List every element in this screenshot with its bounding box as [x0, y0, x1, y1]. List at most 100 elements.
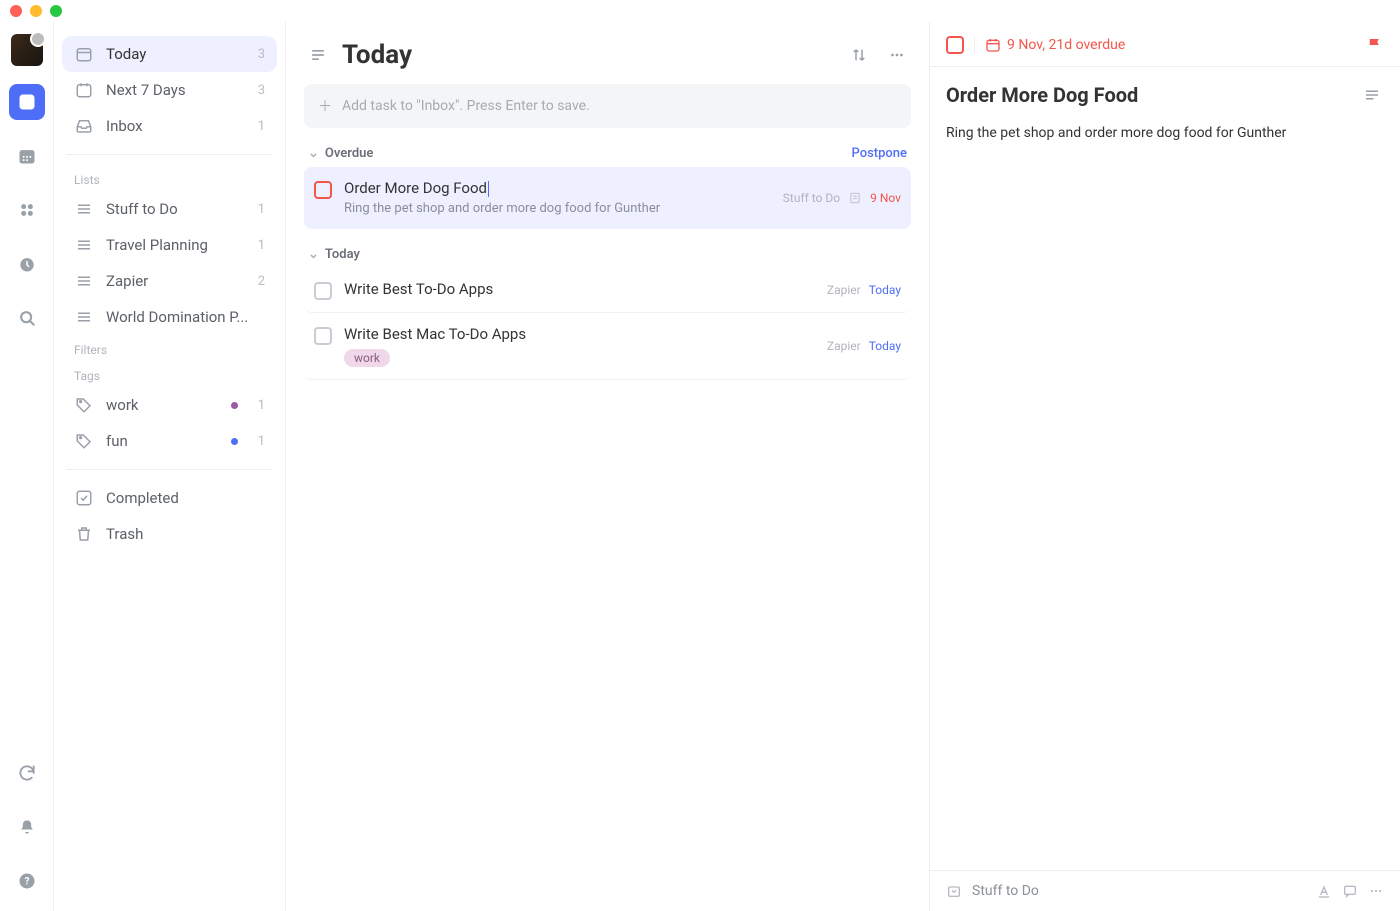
- view-options-icon[interactable]: [304, 41, 332, 69]
- today-icon: [74, 45, 94, 63]
- sidebar-list-item[interactable]: Stuff to Do 1: [62, 191, 277, 227]
- sidebar-item-label: Trash: [106, 525, 265, 543]
- detail-paragraph-icon[interactable]: [1360, 86, 1384, 104]
- sidebar-item-count: 1: [258, 119, 265, 134]
- completed-icon: [74, 489, 94, 507]
- tag-icon: [74, 396, 94, 414]
- sidebar-item-label: Completed: [106, 489, 265, 507]
- task-date: Today: [869, 283, 901, 297]
- close-window-button[interactable]: [10, 5, 22, 17]
- sidebar-tag-item[interactable]: work 1: [62, 387, 277, 423]
- bell-icon: [17, 817, 37, 837]
- task-date: 9 Nov: [870, 191, 901, 205]
- sidebar-item-label: World Domination P...: [106, 308, 253, 326]
- sidebar-item-label: Stuff to Do: [106, 200, 246, 218]
- inbox-icon: [74, 117, 94, 135]
- rail-help-button[interactable]: ?: [9, 863, 45, 899]
- sidebar-tag-item[interactable]: fun 1: [62, 423, 277, 459]
- task-desc: Ring the pet shop and order more dog foo…: [344, 201, 771, 216]
- task-checkbox[interactable]: [314, 327, 332, 345]
- sidebar-item-next7[interactable]: Next 7 Days 3: [62, 72, 277, 108]
- fullscreen-window-button[interactable]: [50, 5, 62, 17]
- calendar-grid-icon: [17, 146, 37, 166]
- sidebar-item-inbox[interactable]: Inbox 1: [62, 108, 277, 144]
- sidebar-item-label: Zapier: [106, 272, 246, 290]
- rail-calendar-button[interactable]: [9, 138, 45, 174]
- rail-apps-button[interactable]: [9, 192, 45, 228]
- rail-notifications-button[interactable]: [9, 809, 45, 845]
- sidebar-list-item[interactable]: World Domination P...: [62, 299, 277, 335]
- sidebar-heading-tags: Tags: [62, 361, 277, 387]
- sidebar-heading-filters: Filters: [62, 335, 277, 361]
- detail-description[interactable]: Ring the pet shop and order more dog foo…: [930, 123, 1400, 144]
- tag-icon: [74, 432, 94, 450]
- task-list: Zapier: [827, 283, 861, 297]
- more-button[interactable]: [883, 41, 911, 69]
- minimize-window-button[interactable]: [30, 5, 42, 17]
- sidebar-item-count: 1: [258, 434, 265, 449]
- clock-icon: [17, 254, 37, 274]
- chevron-down-icon[interactable]: ⌄: [308, 146, 319, 161]
- sidebar-item-today[interactable]: Today 3: [62, 36, 277, 72]
- search-icon: [17, 308, 37, 328]
- detail-checkbox[interactable]: [946, 36, 964, 54]
- task-list: Zapier: [827, 339, 861, 353]
- rail-search-button[interactable]: [9, 300, 45, 336]
- task-tag[interactable]: work: [344, 349, 390, 367]
- detail-title[interactable]: Order More Dog Food: [946, 83, 1360, 107]
- sidebar-item-trash[interactable]: Trash: [62, 516, 277, 552]
- text-format-icon[interactable]: [1316, 883, 1332, 899]
- list-icon: [74, 272, 94, 290]
- task-item[interactable]: Order More Dog Food Ring the pet shop an…: [304, 167, 911, 229]
- sidebar-item-count: 3: [258, 47, 265, 62]
- sidebar-item-count: 2: [258, 274, 265, 289]
- grid-icon: [17, 200, 37, 220]
- detail-date-button[interactable]: 9 Nov, 21d overdue: [985, 37, 1125, 53]
- sort-button[interactable]: [845, 41, 873, 69]
- list-icon: [74, 236, 94, 254]
- avatar[interactable]: [11, 34, 43, 66]
- list-icon: [74, 308, 94, 326]
- main-panel: Today ＋ Add task to "Inbox". Press Enter…: [286, 22, 930, 911]
- sidebar-list-item[interactable]: Zapier 2: [62, 263, 277, 299]
- sidebar-item-label: Today: [106, 45, 246, 63]
- plus-icon: ＋: [318, 96, 332, 116]
- section-title-today: Today: [325, 247, 360, 262]
- task-checkbox[interactable]: [314, 282, 332, 300]
- postpone-button[interactable]: Postpone: [852, 146, 908, 161]
- detail-panel: 9 Nov, 21d overdue Order More Dog Food R…: [930, 22, 1400, 911]
- task-title: Write Best To-Do Apps: [344, 280, 815, 298]
- rail-tasks-button[interactable]: [9, 84, 45, 120]
- flag-icon: [1366, 36, 1384, 54]
- sidebar-item-completed[interactable]: Completed: [62, 480, 277, 516]
- detail-flag-button[interactable]: [1366, 36, 1384, 54]
- task-title: Order More Dog Food: [344, 179, 771, 197]
- nav-rail: ?: [0, 22, 54, 911]
- chevron-down-icon[interactable]: ⌄: [308, 247, 319, 262]
- task-list: Stuff to Do: [783, 191, 840, 205]
- tag-color-dot: [231, 402, 238, 409]
- note-icon: [848, 191, 862, 205]
- svg-text:?: ?: [24, 876, 29, 887]
- rail-sync-button[interactable]: [9, 755, 45, 791]
- move-to-list-icon[interactable]: [946, 883, 962, 899]
- sidebar: Today 3 Next 7 Days 3 Inbox 1 Lists Stuf…: [54, 22, 286, 911]
- sidebar-item-count: 3: [258, 83, 265, 98]
- detail-list-name[interactable]: Stuff to Do: [972, 883, 1039, 899]
- trash-icon: [74, 525, 94, 543]
- sync-icon: [17, 763, 37, 783]
- detail-more-icon[interactable]: [1368, 883, 1384, 899]
- calendar-icon: [985, 37, 1001, 53]
- detail-date-text: 9 Nov, 21d overdue: [1007, 37, 1125, 53]
- task-checkbox[interactable]: [314, 181, 332, 199]
- task-item[interactable]: Write Best To-Do Apps Zapier Today: [304, 268, 911, 313]
- sidebar-item-label: work: [106, 396, 219, 414]
- sidebar-list-item[interactable]: Travel Planning 1: [62, 227, 277, 263]
- check-box-icon: [17, 92, 37, 112]
- sidebar-item-label: Inbox: [106, 117, 246, 135]
- add-task-input[interactable]: ＋ Add task to "Inbox". Press Enter to sa…: [304, 84, 911, 128]
- comment-icon[interactable]: [1342, 883, 1358, 899]
- task-item[interactable]: Write Best Mac To-Do Apps work Zapier To…: [304, 313, 911, 380]
- sidebar-item-label: Next 7 Days: [106, 81, 246, 99]
- rail-timer-button[interactable]: [9, 246, 45, 282]
